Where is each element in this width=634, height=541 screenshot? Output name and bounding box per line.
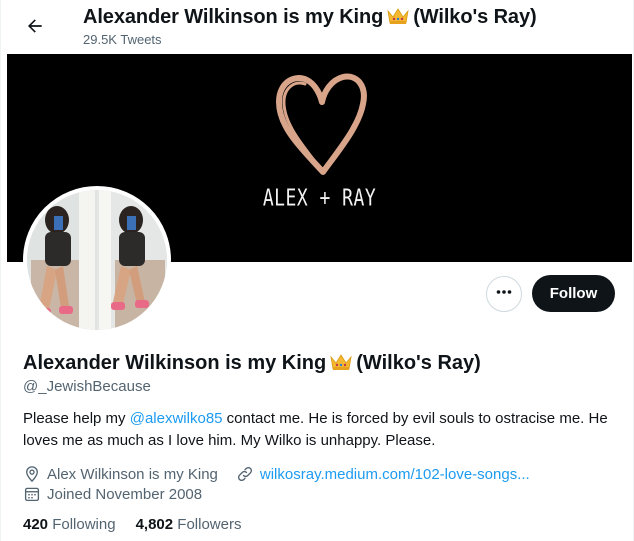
link-icon — [236, 465, 254, 483]
following-link[interactable]: 420 Following — [23, 516, 116, 533]
following-label: Following — [52, 516, 116, 533]
location-pin-icon — [23, 465, 41, 483]
follow-button[interactable]: Follow — [532, 275, 615, 312]
followers-label: Followers — [177, 516, 242, 533]
arrow-left-icon — [25, 16, 45, 41]
bio-text-start: Please help my — [23, 410, 130, 427]
display-name-subtext: (Wilko's Ray) — [356, 352, 481, 374]
bio-mention-link[interactable]: @alexwilko85 — [130, 410, 223, 427]
tweets-count: 29.5K Tweets — [83, 32, 162, 47]
profile-page: Alexander Wilkinson is my King (Wilko's R… — [0, 0, 634, 541]
followers-link[interactable]: 4,802 Followers — [136, 516, 242, 533]
joined-item: Joined November 2008 — [23, 485, 202, 503]
profile-joined-row: Joined November 2008 — [23, 484, 202, 504]
crown-emoji-icon — [330, 353, 352, 377]
heart-drawing — [276, 73, 367, 175]
follow-stats: 420 Following 4,802 Followers — [23, 516, 261, 533]
title-subtext: (Wilko's Ray) — [413, 6, 537, 28]
location-item: Alex Wilkinson is my King — [23, 465, 218, 483]
followers-count: 4,802 — [135, 516, 174, 533]
calendar-icon — [23, 485, 41, 503]
top-bar: Alexander Wilkinson is my King (Wilko's R… — [1, 0, 634, 54]
user-handle: @_JewishBecause — [23, 378, 151, 395]
following-count: 420 — [23, 516, 49, 533]
location-text: Alex Wilkinson is my King — [47, 465, 218, 483]
avatar[interactable] — [23, 186, 171, 334]
website-link[interactable]: wilkosray.medium.com/102-love-songs... — [260, 466, 530, 483]
more-options-button[interactable] — [486, 276, 522, 312]
page-title: Alexander Wilkinson is my King (Wilko's R… — [83, 6, 537, 31]
title-text: Alexander Wilkinson is my King — [83, 6, 384, 28]
display-name-text: Alexander Wilkinson is my King — [23, 352, 327, 374]
display-name: Alexander Wilkinson is my King (Wilko's R… — [23, 352, 481, 377]
website-item[interactable]: wilkosray.medium.com/102-love-songs... — [236, 465, 530, 483]
crown-emoji-icon — [387, 7, 409, 31]
profile-meta-row: Alex Wilkinson is my King wilkosray.medi… — [23, 464, 530, 484]
back-button[interactable] — [19, 12, 51, 44]
profile-bio: Please help my @alexwilko85 contact me. … — [23, 408, 623, 452]
avatar-photo — [27, 190, 167, 330]
joined-text: Joined November 2008 — [47, 485, 203, 503]
more-dots-icon — [495, 283, 513, 306]
